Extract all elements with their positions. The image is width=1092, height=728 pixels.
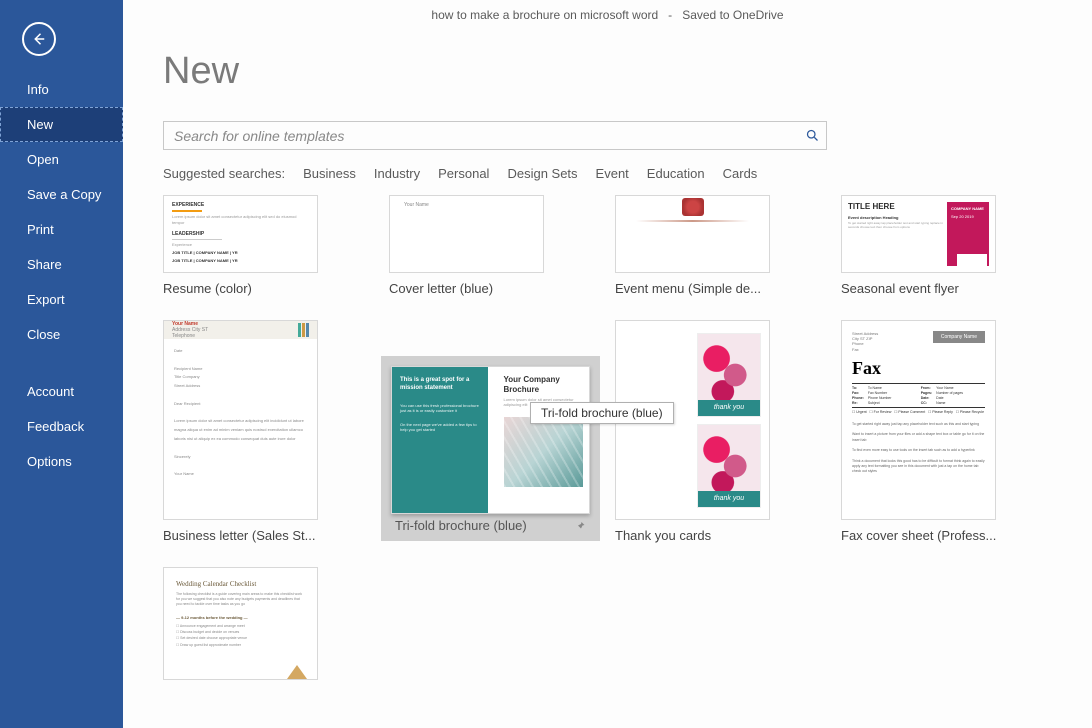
back-button[interactable] (22, 22, 56, 56)
sidebar-item-account[interactable]: Account (0, 374, 123, 409)
template-caption: Resume (color) (163, 281, 374, 296)
suggested-event[interactable]: Event (596, 166, 629, 181)
tooltip: Tri-fold brochure (blue) (530, 402, 674, 424)
template-fax-cover-sheet[interactable]: Street AddressCity ST ZIPPhoneFax Compan… (841, 320, 1052, 543)
template-thumb: Your Name (389, 195, 544, 273)
template-caption: Thank you cards (615, 528, 826, 543)
template-thumb: EXPERIENCE Lorem ipsum dolor sit amet co… (163, 195, 318, 273)
thank-you-text: thank you (698, 491, 760, 507)
brochure-left-heading: This is a great spot for a mission state… (400, 377, 480, 393)
suggested-design-sets[interactable]: Design Sets (507, 166, 577, 181)
brochure-right-heading: Your Company Brochure (504, 375, 584, 394)
template-caption: Event menu (Simple de... (615, 281, 826, 296)
sidebar-item-new[interactable]: New (0, 107, 123, 142)
search-input[interactable] (164, 128, 798, 144)
template-thumb (615, 195, 770, 273)
template-event-menu[interactable]: Event menu (Simple de... (615, 195, 826, 296)
suggested-personal[interactable]: Personal (438, 166, 489, 181)
template-thumb: TITLE HERE Event description Heading To … (841, 195, 996, 273)
sidebar-item-export[interactable]: Export (0, 282, 123, 317)
suggested-cards[interactable]: Cards (723, 166, 758, 181)
sidebar-item-open[interactable]: Open (0, 142, 123, 177)
fax-company: Company Name (933, 331, 985, 343)
template-thumb: Your NameAddress City STTelephone DateRe… (163, 320, 318, 520)
template-resume-color[interactable]: EXPERIENCE Lorem ipsum dolor sit amet co… (163, 195, 374, 296)
template-thumb: Wedding Calendar Checklist The following… (163, 567, 318, 680)
flyer-company: COMPANY NAME (951, 206, 985, 211)
sidebar-item-info[interactable]: Info (0, 72, 123, 107)
sidebar-item-feedback[interactable]: Feedback (0, 409, 123, 444)
template-business-letter[interactable]: Your NameAddress City STTelephone DateRe… (163, 320, 374, 543)
template-caption: Tri-fold brochure (blue) (395, 518, 527, 533)
template-caption: Business letter (Sales St... (163, 528, 374, 543)
wedding-title: Wedding Calendar Checklist (176, 580, 305, 588)
pin-icon[interactable] (574, 520, 586, 532)
title-separator: - (662, 8, 679, 22)
sidebar-menu: Info New Open Save a Copy Print Share Ex… (0, 72, 123, 479)
back-arrow-icon (30, 30, 48, 48)
template-search (163, 121, 827, 150)
template-seasonal-flyer[interactable]: TITLE HERE Event description Heading To … (841, 195, 1052, 296)
sidebar-item-options[interactable]: Options (0, 444, 123, 479)
save-status: Saved to OneDrive (682, 8, 783, 22)
template-caption: Fax cover sheet (Profess... (841, 528, 1052, 543)
window-title-bar: how to make a brochure on microsoft word… (123, 0, 1092, 30)
template-caption: Cover letter (blue) (389, 281, 600, 296)
template-gallery: EXPERIENCE Lorem ipsum dolor sit amet co… (163, 195, 1052, 680)
suggested-business[interactable]: Business (303, 166, 356, 181)
sidebar-item-save-copy[interactable]: Save a Copy (0, 177, 123, 212)
backstage-sidebar: Info New Open Save a Copy Print Share Ex… (0, 0, 123, 728)
template-thumb: Street AddressCity ST ZIPPhoneFax Compan… (841, 320, 996, 520)
thank-you-text: thank you (698, 400, 760, 416)
template-trifold-brochure[interactable]: This is a great spot for a mission state… (389, 356, 600, 543)
template-selection-frame: This is a great spot for a mission state… (381, 356, 600, 541)
suggested-industry[interactable]: Industry (374, 166, 420, 181)
backstage-content: New Suggested searches: Business Industr… (123, 30, 1092, 728)
fax-title: Fax (852, 358, 985, 379)
main-pane: how to make a brochure on microsoft word… (123, 0, 1092, 728)
suggested-label: Suggested searches: (163, 166, 285, 181)
template-cover-letter-blue[interactable]: Your Name Cover letter (blue) (389, 195, 600, 296)
template-thank-you-cards[interactable]: thank you thank you Thank you cards (615, 320, 826, 543)
document-name: how to make a brochure on microsoft word (431, 8, 658, 22)
template-wedding-checklist[interactable]: Wedding Calendar Checklist The following… (163, 567, 374, 680)
suggested-searches: Suggested searches: Business Industry Pe… (163, 166, 1052, 181)
sidebar-item-share[interactable]: Share (0, 247, 123, 282)
suggested-education[interactable]: Education (647, 166, 705, 181)
template-thumb: This is a great spot for a mission state… (391, 366, 590, 514)
page-title: New (163, 50, 1052, 93)
template-caption: Seasonal event flyer (841, 281, 1052, 296)
flyer-title: TITLE HERE (848, 202, 943, 211)
sidebar-spacer (0, 352, 123, 374)
search-button[interactable] (798, 122, 826, 149)
search-icon (805, 128, 820, 143)
sidebar-item-close[interactable]: Close (0, 317, 123, 352)
sidebar-item-print[interactable]: Print (0, 212, 123, 247)
